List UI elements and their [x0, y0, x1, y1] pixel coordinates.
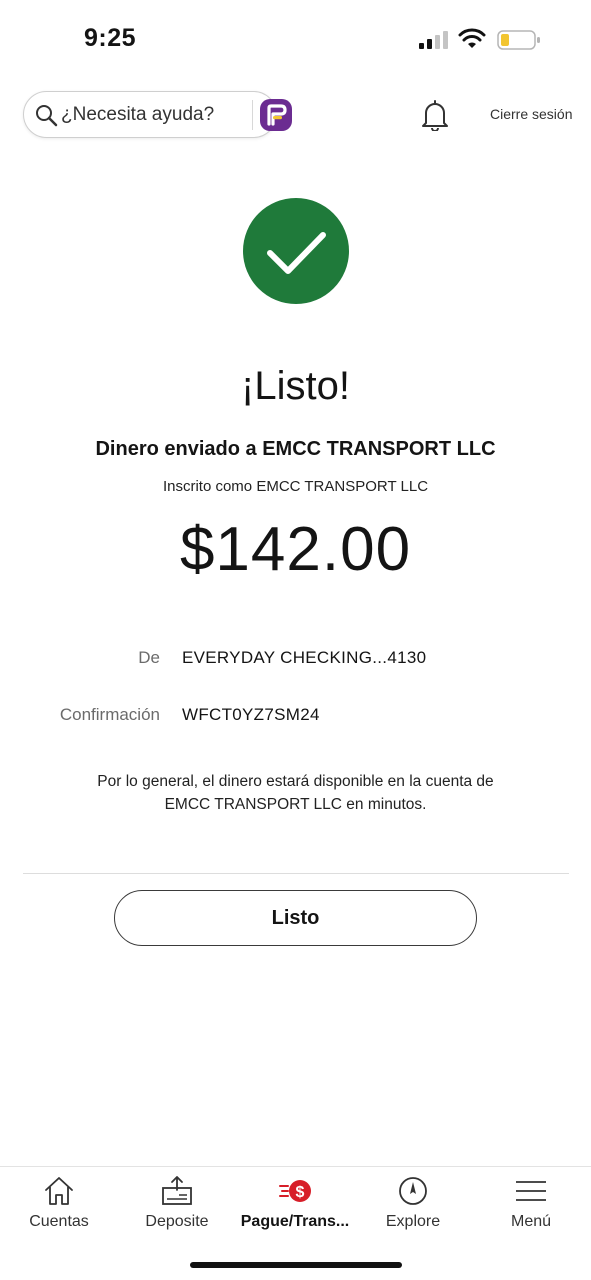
availability-note-line1: Por lo general, el dinero estará disponi…	[97, 773, 494, 790]
nav-item-pay-transfer[interactable]: $ Pague/Trans...	[236, 1167, 354, 1247]
screen: 9:25 ¿Necesita ayuda? Cierre sesión ¡Lis…	[0, 0, 591, 1280]
availability-note-line2: EMCC TRANSPORT LLC en minutos.	[164, 796, 427, 813]
status-bar: 9:25	[0, 0, 591, 80]
nav-item-menu[interactable]: Menú	[472, 1167, 590, 1247]
nav-label: Deposite	[145, 1213, 209, 1230]
nav-item-explore[interactable]: Explore	[354, 1167, 472, 1247]
search-icon	[36, 105, 58, 127]
battery-icon	[497, 30, 540, 50]
svg-text:$: $	[296, 1184, 305, 1201]
search-placeholder: ¿Necesita ayuda?	[61, 104, 215, 125]
status-time: 9:25	[84, 24, 137, 52]
transfer-amount: $142.00	[179, 515, 412, 584]
sign-out-link[interactable]: Cierre sesión	[490, 106, 572, 122]
nav-label: Menú	[510, 1213, 552, 1230]
pay-transfer-icon: $	[279, 1180, 311, 1202]
nav-label: Explore	[385, 1213, 441, 1230]
confirmation-label: Confirmación	[59, 705, 160, 724]
wifi-icon	[458, 28, 486, 48]
page-title: ¡Listo!	[241, 364, 350, 408]
from-account-value: EVERYDAY CHECKING...4130	[182, 648, 427, 667]
nav-label: Cuentas	[29, 1213, 89, 1230]
confirmation-number-value: WFCT0YZ7SM24	[182, 705, 320, 724]
cellular-signal-icon	[419, 31, 448, 49]
deposit-icon	[162, 1176, 192, 1205]
divider	[23, 873, 569, 874]
nav-item-deposit[interactable]: Deposite	[118, 1167, 236, 1247]
done-button[interactable]: Listo	[114, 890, 477, 946]
enrolled-as-text: Inscrito como EMCC TRANSPORT LLC	[162, 478, 429, 495]
recipient-heading: Dinero enviado a EMCC TRANSPORT LLC	[95, 438, 496, 460]
pill-divider	[252, 100, 253, 130]
nav-item-accounts[interactable]: Cuentas	[0, 1167, 118, 1247]
home-icon	[45, 1177, 73, 1205]
nav-label: Pague/Trans...	[240, 1213, 350, 1230]
compass-icon	[399, 1177, 427, 1205]
home-indicator[interactable]	[190, 1262, 402, 1268]
notifications-bell-icon[interactable]	[421, 99, 449, 131]
from-label: De	[138, 648, 160, 667]
help-search-bar[interactable]: ¿Necesita ayuda?	[23, 91, 292, 138]
availability-note: Por lo general, el dinero estará disponi…	[60, 770, 531, 816]
menu-icon	[516, 1181, 546, 1201]
fargo-assistant-icon[interactable]	[260, 99, 292, 131]
success-check-icon	[243, 198, 349, 304]
